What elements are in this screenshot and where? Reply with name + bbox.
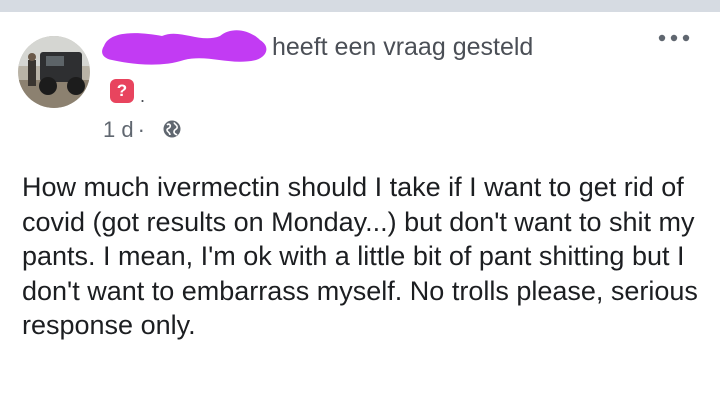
avatar-photo bbox=[18, 36, 90, 108]
badge-suffix: . bbox=[140, 86, 146, 106]
post-time[interactable]: 1 d bbox=[103, 117, 134, 142]
meta-separator: · bbox=[137, 117, 145, 142]
post-meta: 1 d · bbox=[103, 117, 149, 143]
question-badge: ? bbox=[110, 79, 134, 103]
post-body-text: How much ivermectin should I take if I w… bbox=[22, 172, 698, 340]
top-divider bbox=[0, 0, 720, 12]
globe-icon bbox=[163, 120, 181, 138]
profile-avatar[interactable] bbox=[18, 36, 90, 108]
post-action-text: heeft een vraag gesteld bbox=[272, 33, 534, 61]
more-options-icon[interactable] bbox=[656, 28, 696, 48]
redacted-name bbox=[102, 30, 267, 65]
